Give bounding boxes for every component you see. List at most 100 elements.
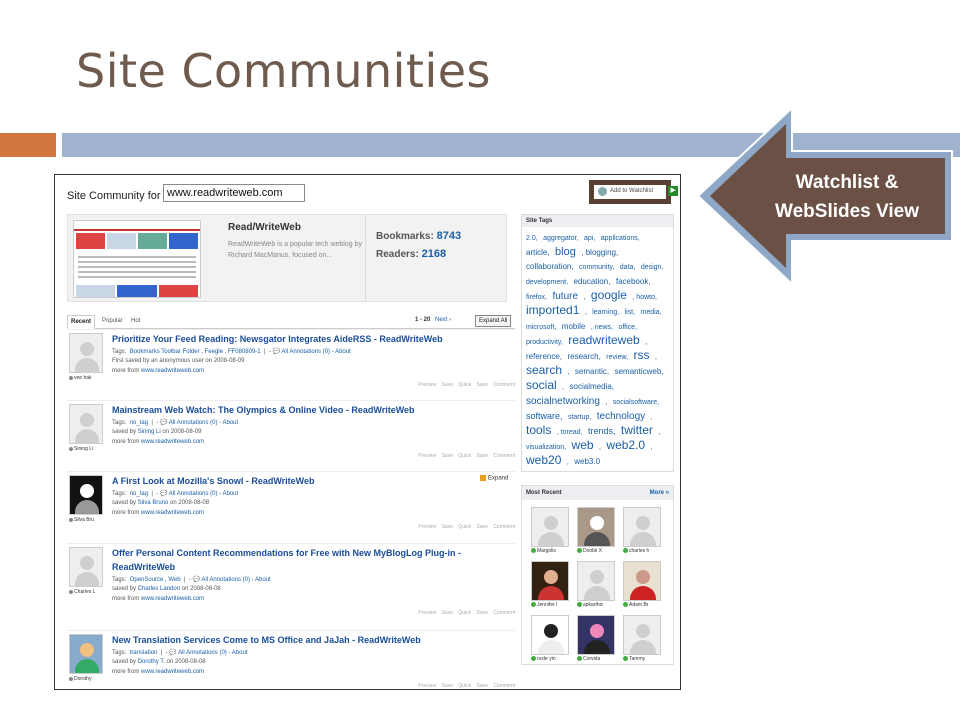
site-tag[interactable]: , [599,444,601,451]
site-tag[interactable]: tools [526,423,551,437]
site-tag[interactable]: firefox, [526,294,547,301]
site-tag[interactable]: imported1 [526,303,579,317]
site-tag[interactable]: web [572,438,594,452]
recent-user-avatar[interactable] [577,615,615,655]
site-tag[interactable]: microsoft, [526,324,556,331]
recent-user-avatar[interactable] [577,507,615,547]
site-tag[interactable]: design, [641,264,664,271]
user-avatar[interactable] [69,404,103,444]
user-avatar[interactable] [69,333,103,373]
site-tag[interactable]: review, [606,354,628,361]
bookmark-title-link[interactable]: Prioritize Your Feed Reading: Newsgator … [112,332,512,346]
site-tag[interactable]: rss [634,348,650,362]
site-tag[interactable]: , [605,399,607,406]
recent-user[interactable]: Jennifer I [531,561,569,611]
recent-user-avatar[interactable] [531,615,569,655]
pager-next-link[interactable]: Next › [435,317,451,323]
site-tag[interactable]: web20 [526,453,561,467]
recent-user-avatar[interactable] [623,507,661,547]
recent-user-name[interactable]: Adam Br [623,602,663,608]
tab-recent[interactable]: Recent [67,315,96,329]
site-tag[interactable]: data, [620,264,636,271]
bookmark-title-link[interactable]: Mainstream Web Watch: The Olympics & Onl… [112,403,512,417]
site-tag[interactable]: , [584,294,586,301]
site-tag[interactable]: 2.0, [526,235,538,242]
recent-user-name[interactable]: Jennifer I [531,602,571,608]
saved-by-user-link[interactable]: Charles Landon [138,586,180,592]
site-tag[interactable]: list, [625,309,636,316]
bookmark-actions[interactable]: Preview Save Quick Save Comment [418,524,515,530]
user-name[interactable]: Sining Li [69,446,103,452]
site-tag[interactable]: education, [573,277,610,286]
site-tag[interactable]: , toread, [557,429,583,436]
about-link[interactable]: About [222,420,238,426]
recent-user-name[interactable]: Margolis [531,548,571,554]
site-tag[interactable]: facebook, [616,277,651,286]
all-annotations-link[interactable]: All Annotations (0) [201,577,250,583]
all-annotations-link[interactable]: All Annotations (0) [169,420,218,426]
site-tag[interactable]: semanticweb, [615,367,664,376]
user-avatar[interactable] [69,634,103,674]
site-tag[interactable]: aggregator, [543,235,578,242]
bookmark-actions[interactable]: Preview Save Quick Save Comment [418,453,515,459]
bookmark-actions[interactable]: Preview Save Quick Save Comment [418,683,515,689]
site-tag[interactable]: blog [555,246,576,258]
more-from-link[interactable]: www.readwriteweb.com [141,510,204,516]
recent-user-name[interactable]: apkarthic [577,602,617,608]
recent-user-name[interactable]: charles h [623,548,663,554]
about-link[interactable]: About [222,491,238,497]
recent-user-name[interactable]: Tammy [623,656,663,662]
user-name[interactable]: Charles L [69,589,103,595]
recent-user[interactable]: apkarthic [577,561,615,611]
recent-user[interactable]: charles h [623,507,661,557]
tag-links[interactable]: OpenSource , Web [130,577,181,583]
user-name[interactable]: Dorothy [69,676,103,682]
site-tag[interactable]: trends, [588,426,616,436]
site-tag[interactable]: search [526,363,562,377]
site-tag[interactable]: , [651,414,653,421]
site-tag[interactable]: applications, [601,235,640,242]
more-from-link[interactable]: www.readwriteweb.com [141,439,204,445]
recent-user[interactable]: Margolis [531,507,569,557]
user-avatar[interactable] [69,475,103,515]
webslides-play-icon[interactable]: ▶ [668,186,679,196]
recent-user-avatar[interactable] [623,561,661,601]
about-link[interactable]: About [255,577,271,583]
site-tag[interactable]: , [567,459,569,466]
site-tag[interactable]: office, [618,324,637,331]
more-from-link[interactable]: www.readwriteweb.com [141,368,204,374]
site-tag[interactable]: , news, [591,324,613,331]
all-annotations-link[interactable]: All Annotations (0) [281,349,330,355]
site-thumbnail[interactable] [73,220,201,298]
site-tag[interactable]: collaboration, [526,262,574,271]
recent-user-avatar[interactable] [577,561,615,601]
site-tag[interactable]: , howto, [632,294,657,301]
recent-user-name[interactable]: Doobii X [577,548,617,554]
about-link[interactable]: About [335,349,351,355]
recent-user-avatar[interactable] [531,561,569,601]
recent-user[interactable]: Doobii X [577,507,615,557]
user-avatar[interactable] [69,547,103,587]
site-tag[interactable]: , blogging, [581,248,618,257]
saved-by-user-link[interactable]: Dorothy T. [138,659,165,665]
site-tag[interactable]: article, [526,248,550,257]
recent-user-avatar[interactable] [623,615,661,655]
tag-links[interactable]: translation [130,650,158,656]
site-tag[interactable]: , [585,309,587,316]
site-tag[interactable]: development, [526,279,568,286]
tag-links[interactable]: no_tag [130,420,148,426]
site-tag[interactable]: socialnetworking [526,396,600,407]
recent-user[interactable]: Corvida [577,615,615,665]
site-tag[interactable]: api, [584,235,595,242]
site-url-input[interactable] [163,184,305,202]
site-tag[interactable]: future [552,291,578,302]
bookmark-actions[interactable]: Preview Save Quick Save Comment [418,610,515,616]
tab-hot[interactable]: Hot [128,315,143,329]
site-tag[interactable]: learning, [592,309,619,316]
site-tag[interactable]: readwriteweb [568,333,639,347]
user-name[interactable]: Silva Bru [69,517,103,523]
site-tag[interactable]: , [655,354,657,361]
site-tag[interactable]: media, [641,309,662,316]
tag-links[interactable]: no_tag [130,491,148,497]
recent-user-name[interactable]: Corvida [577,656,617,662]
